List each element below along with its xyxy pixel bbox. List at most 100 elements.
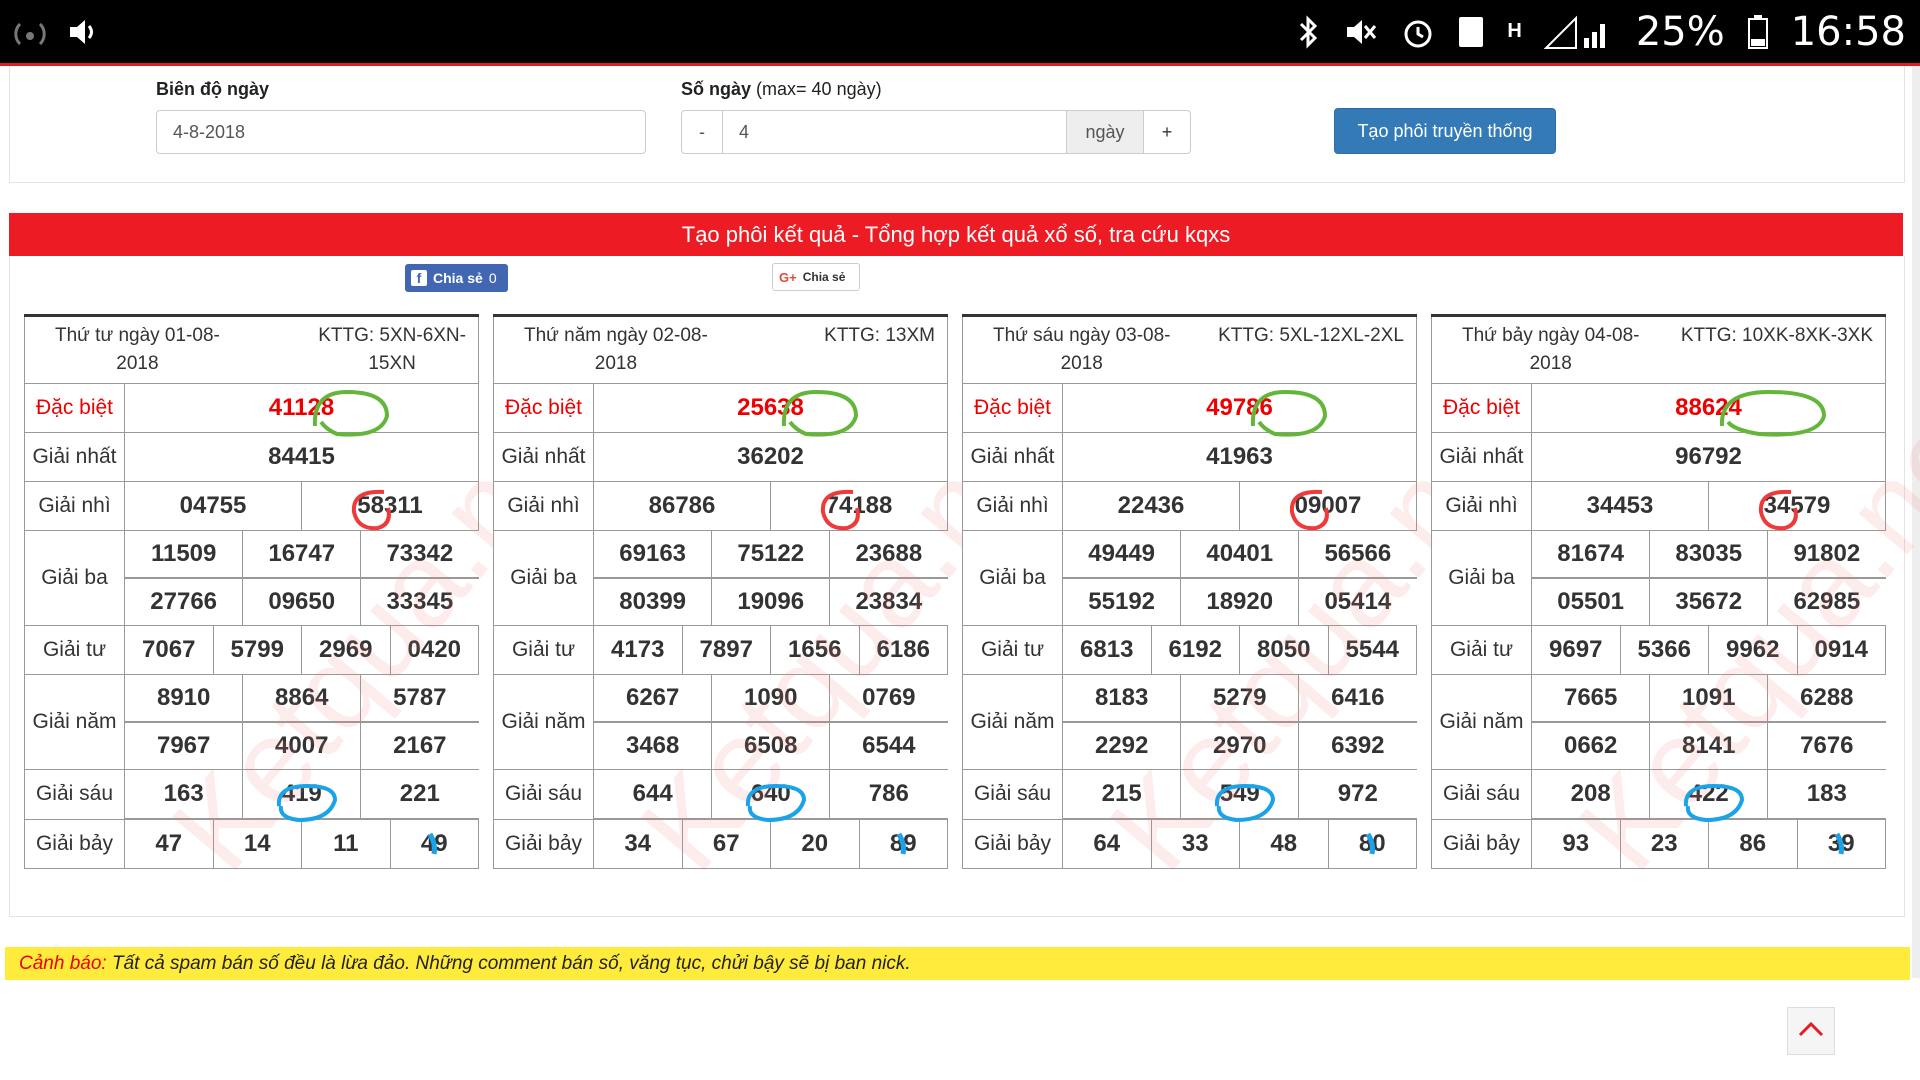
second-prize-value: 86786 [593, 481, 771, 531]
special-prize-value: 41128 [124, 383, 479, 433]
result-table-header: Thứ bảy ngày 04-08- 2018 KTTG: 10XK-8XK-3… [1431, 315, 1886, 384]
result-table-day-1: Thứ tư ngày 01-08- 2018 KTTG: 5XN-6XN- 15X… [24, 314, 479, 869]
third-prize-value: 09650 [242, 578, 362, 625]
sixth-prize-value: 221 [360, 769, 479, 819]
seventh-prize-label: Giải bảy [962, 819, 1063, 869]
third-prize-value: 91802 [1767, 531, 1886, 578]
third-prize-label: Giải ba [962, 530, 1063, 626]
special-prize-label: Đặc biệt [962, 383, 1063, 433]
third-prize-value: 33345 [360, 578, 479, 625]
fifth-prize-value: 4007 [242, 722, 362, 769]
days-decrement-button[interactable]: - [681, 110, 723, 154]
third-prize-value: 49449 [1063, 531, 1182, 578]
page-title: Tạo phôi kết quả - Tổng hợp kết quả xổ s… [9, 213, 1903, 256]
second-prize-value: 04755 [124, 481, 302, 531]
third-prize-value: 80399 [594, 578, 713, 625]
fourth-prize-label: Giải tư [1431, 625, 1532, 675]
first-prize-label: Giải nhất [1431, 432, 1532, 482]
second-prize-label: Giải nhì [493, 481, 594, 531]
third-prize-value: 05501 [1532, 578, 1651, 625]
battery-icon [1747, 14, 1769, 50]
third-prize-value: 40401 [1180, 531, 1300, 578]
fifth-prize-value: 8183 [1063, 675, 1182, 722]
scrollbar[interactable] [1912, 66, 1920, 978]
first-prize-value: 36202 [593, 432, 948, 482]
seventh-prize-value: 11 [301, 819, 391, 869]
fourth-prize-label: Giải tư [24, 625, 125, 675]
kttg-code: KTTG: 10XK-8XK-3XK [1680, 325, 1873, 346]
third-prize-value: 35672 [1649, 578, 1769, 625]
filter-panel: Biên độ ngày 4-8-2018 Số ngày (max= 40 n… [9, 66, 1905, 183]
facebook-share-count: 0 [488, 270, 497, 286]
sixth-prize-label: Giải sáu [493, 768, 594, 820]
result-table-header: Thứ sáu ngày 03-08- 2018 KTTG: 5XL-12XL-2… [962, 315, 1417, 384]
fourth-prize-value: 9962 [1708, 625, 1798, 675]
third-prize-value: 05414 [1298, 578, 1417, 625]
clock: 16:58 [1790, 8, 1906, 55]
warning-label: Cảnh báo: [19, 953, 107, 974]
seventh-prize-value: 64 [1062, 819, 1152, 869]
days-unit-addon: ngày [1067, 110, 1144, 154]
fifth-prize-value: 7676 [1767, 722, 1886, 769]
third-prize-value: 73342 [360, 531, 479, 578]
special-prize-value: 49786 [1062, 383, 1417, 433]
third-prize-value: 18920 [1180, 578, 1300, 625]
fourth-prize-label: Giải tư [493, 625, 594, 675]
date-range-input[interactable]: 4-8-2018 [156, 110, 646, 154]
draw-date: Thứ tư ngày 01-08- 2018 [55, 325, 220, 374]
second-prize-value: 22436 [1062, 481, 1240, 531]
days-increment-button[interactable]: + [1144, 110, 1191, 154]
fourth-prize-value: 6192 [1150, 625, 1240, 675]
fourth-prize-value: 6813 [1062, 625, 1152, 675]
status-bar: H 25% 16:58 [0, 0, 1920, 63]
facebook-icon: f [411, 270, 427, 286]
facebook-share-button[interactable]: f Chia sẻ 0 [405, 264, 508, 292]
draw-date: Thứ sáu ngày 03-08- 2018 [993, 325, 1171, 374]
fourth-prize-value: 0420 [389, 625, 479, 675]
mute-icon [1343, 14, 1379, 50]
third-prize-value: 56566 [1298, 531, 1417, 578]
second-prize-value: 74188 [770, 481, 948, 531]
seventh-prize-value: 86 [1708, 819, 1798, 869]
chevron-up-icon [1798, 1021, 1824, 1042]
warning-bar: Cảnh báo: Tất cả spam bán số đều là lừa … [5, 947, 1910, 980]
seventh-prize-value: 23 [1619, 819, 1709, 869]
fifth-prize-value: 0662 [1532, 722, 1651, 769]
result-table-day-4: Thứ bảy ngày 04-08- 2018 KTTG: 10XK-8XK-3… [1431, 314, 1886, 869]
sixth-prize-value: 786 [829, 769, 948, 819]
create-traditional-button[interactable]: Tạo phôi truyền thống [1334, 108, 1556, 154]
volume-icon [66, 16, 100, 48]
fifth-prize-value: 8141 [1649, 722, 1769, 769]
sixth-prize-label: Giải sáu [962, 768, 1063, 820]
bluetooth-icon [1297, 14, 1321, 50]
third-prize-value: 27766 [125, 578, 244, 625]
fifth-prize-value: 2167 [360, 722, 479, 769]
sixth-prize-value: 640 [711, 769, 831, 819]
seventh-prize-value: 89 [858, 819, 948, 869]
google-share-button[interactable]: G+ Chia sẻ [772, 263, 860, 291]
first-prize-value: 84415 [124, 432, 479, 482]
draw-date: Thứ bảy ngày 04-08- 2018 [1462, 325, 1640, 374]
fifth-prize-value: 1091 [1649, 675, 1769, 722]
sixth-prize-value: 644 [594, 769, 713, 819]
result-table-day-3: Thứ sáu ngày 03-08- 2018 KTTG: 5XL-12XL-2… [962, 314, 1417, 869]
first-prize-label: Giải nhất [24, 432, 125, 482]
second-prize-value: 34453 [1531, 481, 1709, 531]
second-prize-label: Giải nhì [24, 481, 125, 531]
seventh-prize-value: 47 [124, 819, 214, 869]
second-prize-label: Giải nhì [962, 481, 1063, 531]
result-table-header: Thứ năm ngày 02-08- 2018 KTTG: 13XM [493, 315, 948, 384]
scroll-to-top-button[interactable] [1787, 1007, 1835, 1055]
fifth-prize-value: 6508 [711, 722, 831, 769]
second-prize-label: Giải nhì [1431, 481, 1532, 531]
days-input-group: - 4 ngày + [681, 110, 1191, 154]
warning-text: Tất cả spam bán số đều là lừa đảo. Những… [106, 953, 911, 974]
fourth-prize-value: 0914 [1796, 625, 1886, 675]
fourth-prize-value: 7067 [124, 625, 214, 675]
fourth-prize-value: 5799 [212, 625, 302, 675]
fifth-prize-value: 6544 [829, 722, 948, 769]
first-prize-value: 96792 [1531, 432, 1886, 482]
days-input[interactable]: 4 [723, 110, 1067, 154]
fifth-prize-value: 0769 [829, 675, 948, 722]
seventh-prize-value: 14 [212, 819, 302, 869]
